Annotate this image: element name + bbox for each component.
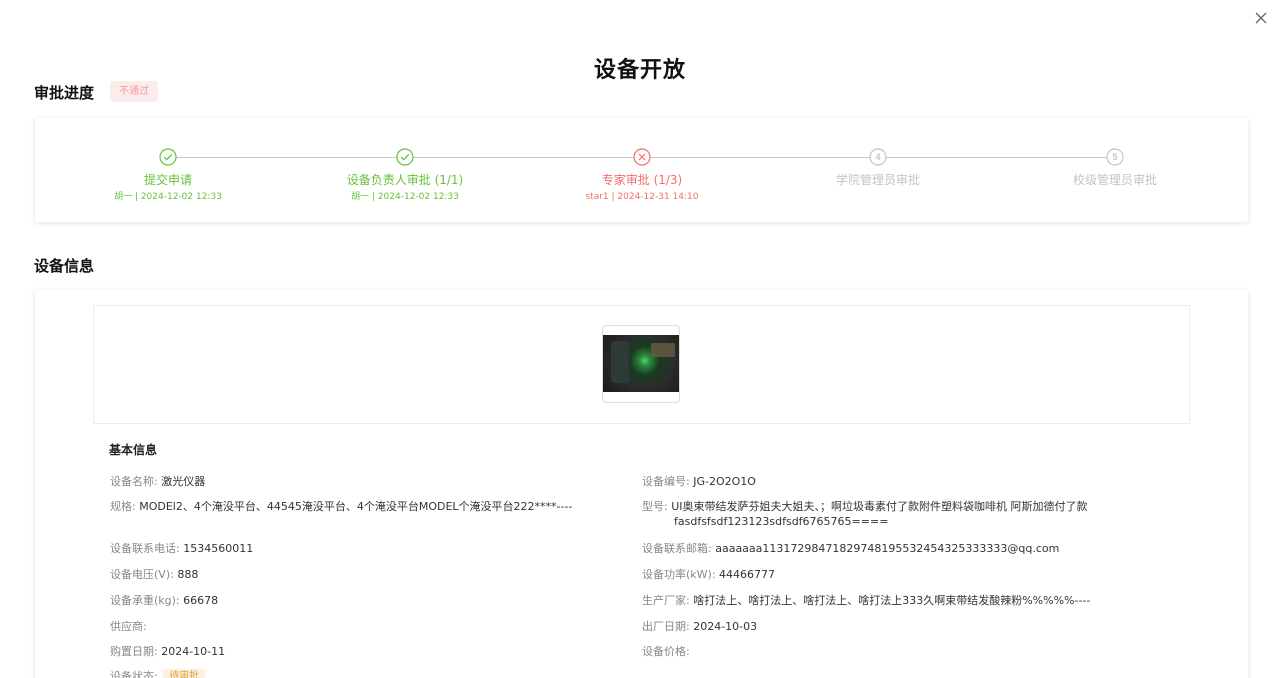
- field-value: aaaaaaa113172984718297481955324543253333…: [715, 542, 1060, 555]
- field-device-name: 设备名称: 激光仪器: [110, 474, 600, 489]
- check-circle-icon: [396, 148, 414, 166]
- field-value-continued: fasdfsfsdf123123sdfsdf6765765====: [674, 515, 889, 528]
- device-section-title: 设备信息: [34, 257, 95, 275]
- field-value: 2024-10-03: [693, 620, 758, 633]
- field-label: 供应商:: [110, 620, 147, 633]
- field-label: 设备联系电话:: [110, 542, 180, 555]
- close-circle-icon: [633, 148, 651, 166]
- field-value: 1534560011: [183, 542, 254, 555]
- approval-progress-card: 提交申请 胡一 | 2024-12-02 12:33 设备负责人审批 (1/1)…: [35, 118, 1248, 222]
- field-label: 设备状态:: [110, 670, 158, 678]
- field-value: 激光仪器: [161, 475, 206, 488]
- field-label: 设备功率(kW):: [642, 568, 716, 581]
- field-label: 设备价格:: [642, 645, 690, 658]
- field-label: 设备联系邮箱:: [642, 542, 712, 555]
- field-value: UI奥束带结发萨芬姐夫大姐夫、；啊垃圾毒素付了款附件塑料袋咖啡机 阿斯加德付了款: [671, 500, 1088, 513]
- step-meta: star1 | 2024-12-31 14:10: [585, 192, 699, 202]
- step-owner-review: 设备负责人审批 (1/1) 胡一 | 2024-12-02 12:33: [285, 148, 525, 203]
- field-label: 设备承重(kg):: [110, 594, 180, 607]
- device-photo: [603, 335, 679, 392]
- field-supplier: 供应商:: [110, 619, 600, 634]
- field-value: 2024-10-11: [161, 645, 226, 658]
- step-college-admin: 4 学院管理员审批: [758, 148, 998, 187]
- field-power: 设备功率(kW): 44466777: [642, 567, 1092, 582]
- approval-section-title: 审批进度: [34, 84, 95, 102]
- field-value: 44466777: [719, 568, 776, 581]
- field-voltage: 设备电压(V): 888: [110, 567, 600, 582]
- page-title: 设备开放: [593, 58, 686, 83]
- field-spec: 规格: MODEl2、4个淹没平台、44545淹没平台、4个淹没平台MODEL个…: [110, 499, 600, 514]
- step-label: 学院管理员审批: [835, 173, 920, 187]
- field-label: 设备电压(V):: [110, 568, 174, 581]
- basic-info-title: 基本信息: [109, 443, 158, 457]
- field-value: 66678: [183, 594, 219, 607]
- field-factory-date: 出厂日期: 2024-10-03: [642, 619, 1092, 634]
- field-load: 设备承重(kg): 66678: [110, 593, 600, 608]
- step-label: 校级管理员审批: [1072, 173, 1157, 187]
- field-value: JG-2O2O1O: [693, 475, 756, 488]
- field-value: MODEl2、4个淹没平台、44545淹没平台、4个淹没平台MODEL个淹没平台…: [139, 500, 573, 513]
- field-device-code: 设备编号: JG-2O2O1O: [642, 474, 1092, 489]
- step-label: 设备负责人审批 (1/1): [346, 173, 464, 187]
- field-label: 设备编号:: [642, 475, 690, 488]
- field-value: 888: [177, 568, 199, 581]
- step-number: 4: [875, 152, 880, 162]
- status-badge: 待审批: [163, 669, 206, 678]
- step-label: 提交申请: [143, 173, 192, 187]
- field-model: 型号: UI奥束带结发萨芬姐夫大姐夫、；啊垃圾毒素付了款附件塑料袋咖啡机 阿斯加…: [642, 499, 1092, 529]
- step-meta: 胡一 | 2024-12-02 12:33: [351, 192, 459, 202]
- approval-status-badge: 不通过: [110, 81, 158, 102]
- field-email: 设备联系邮箱: aaaaaaa1131729847182974819553245…: [642, 541, 1092, 556]
- field-label: 生产厂家:: [642, 594, 690, 607]
- step-number: 5: [1112, 152, 1117, 162]
- step-school-admin: 5 校级管理员审批: [995, 148, 1235, 187]
- field-value: 啥打法上、啥打法上、啥打法上、啥打法上333久啊束带结发酸辣粉%%%%%----: [693, 594, 1091, 607]
- field-status: 设备状态: 待审批: [110, 669, 600, 678]
- field-phone: 设备联系电话: 1534560011: [110, 541, 600, 556]
- step-number-icon: 5: [1106, 148, 1124, 166]
- step-label: 专家审批 (1/3): [601, 173, 683, 187]
- field-label: 规格:: [110, 500, 136, 513]
- field-price: 设备价格:: [642, 644, 1092, 659]
- device-image-area: [93, 305, 1190, 424]
- close-icon[interactable]: [1252, 9, 1270, 27]
- field-label: 购置日期:: [110, 645, 158, 658]
- field-manufacturer: 生产厂家: 啥打法上、啥打法上、啥打法上、啥打法上333久啊束带结发酸辣粉%%%…: [642, 593, 1092, 608]
- device-image-thumbnail[interactable]: [602, 325, 680, 403]
- step-number-icon: 4: [869, 148, 887, 166]
- step-submit: 提交申请 胡一 | 2024-12-02 12:33: [48, 148, 288, 203]
- field-label: 出厂日期:: [642, 620, 690, 633]
- check-circle-icon: [159, 148, 177, 166]
- step-expert-review: 专家审批 (1/3) star1 | 2024-12-31 14:10: [522, 148, 762, 203]
- step-meta: 胡一 | 2024-12-02 12:33: [114, 192, 222, 202]
- device-info-card: 基本信息 设备名称: 激光仪器 设备编号: JG-2O2O1O 规格: MODE…: [35, 290, 1248, 678]
- field-label: 型号:: [642, 500, 668, 513]
- field-label: 设备名称:: [110, 475, 158, 488]
- field-purchase-date: 购置日期: 2024-10-11: [110, 644, 600, 659]
